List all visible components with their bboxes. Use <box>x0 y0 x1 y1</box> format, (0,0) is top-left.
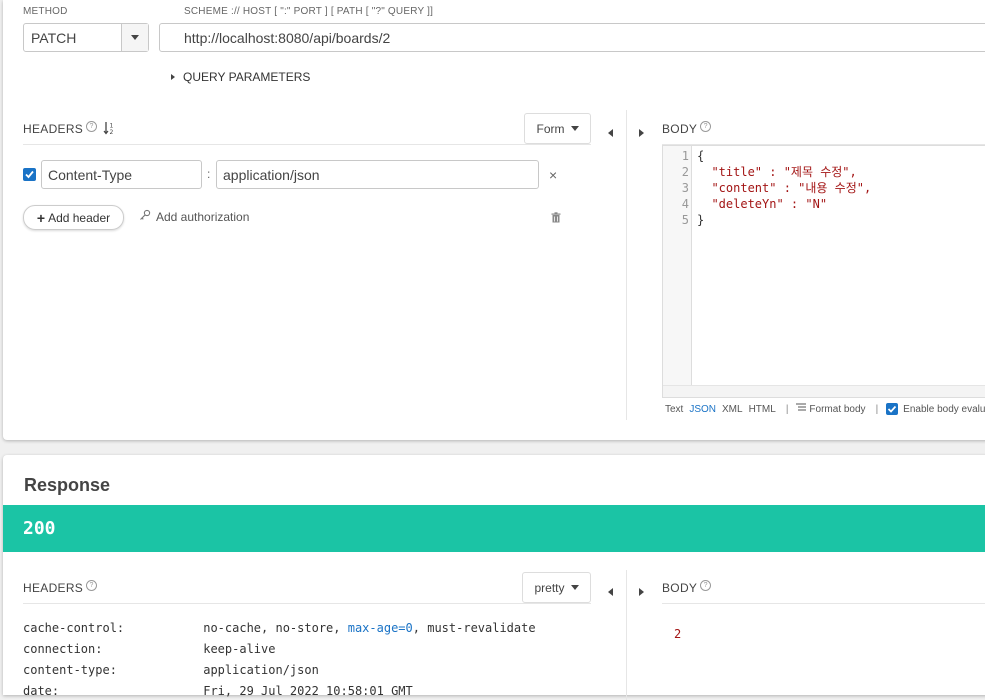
response-header-row: content-type: application/json <box>23 663 319 677</box>
response-headers-label: HEADERS <box>23 581 84 595</box>
enable-eval-checkbox[interactable] <box>886 403 899 415</box>
colon-separator: : <box>207 167 211 181</box>
chevron-down-icon <box>570 585 579 590</box>
response-header-row: date: Fri, 29 Jul 2022 10:58:01 GMT <box>23 684 413 698</box>
code-line: "deleteYn" : "N" <box>697 197 828 211</box>
chevron-down-icon[interactable] <box>121 24 148 51</box>
body-editor[interactable]: 1 2 3 4 5 { "title" : "제목 수정", "content"… <box>662 145 985 398</box>
response-body-title: BODY? <box>662 580 712 595</box>
headers-label: HEADERS <box>23 122 84 136</box>
header-name-input[interactable]: Content-Type <box>41 160 202 189</box>
separator: | <box>785 403 789 415</box>
header-key: cache-control: <box>23 621 125 635</box>
header-value-value: application/json <box>223 166 320 183</box>
headers-title: HEADERS? 12 <box>23 121 117 138</box>
header-key: date: <box>23 684 60 698</box>
add-authorization-label: Add authorization <box>156 209 250 224</box>
url-label: SCHEME :// HOST [ ":" PORT ] [ PATH [ "?… <box>184 6 434 17</box>
body-format-bar: Text JSON XML HTML | Format body | Enabl… <box>665 403 985 415</box>
response-body-value: 2 <box>674 627 682 641</box>
body-title: BODY? <box>662 121 712 136</box>
line-number: 3 <box>681 181 689 195</box>
header-enable-checkbox[interactable] <box>23 168 36 181</box>
response-body-label: BODY <box>662 581 698 595</box>
line-number: 5 <box>681 213 689 227</box>
code-line: } <box>697 213 705 227</box>
header-value: no-cache, no-store, max-age=0, must-reva… <box>203 621 536 635</box>
response-header-row: connection: keep-alive <box>23 642 275 656</box>
status-code: 200 <box>23 518 56 539</box>
line-number: 4 <box>681 197 689 211</box>
collapse-right-icon[interactable] <box>639 124 644 142</box>
header-value: application/json <box>203 663 319 677</box>
panel-divider <box>626 110 627 420</box>
url-input[interactable]: http://localhost:8080/api/boards/2 <box>159 23 985 52</box>
header-key: connection: <box>23 642 103 656</box>
help-icon[interactable]: ? <box>86 121 98 132</box>
method-value: PATCH <box>31 29 77 46</box>
line-numbers: 1 2 3 4 5 <box>663 146 692 387</box>
chevron-right-icon <box>171 74 175 80</box>
status-bar: 200 <box>3 505 985 552</box>
response-title: Response <box>24 475 111 495</box>
header-name-value: Content-Type <box>48 166 133 183</box>
enable-eval-label: Enable body evaluation <box>903 403 985 415</box>
code-line: "content" : "내용 수정", <box>697 181 872 195</box>
header-key: content-type: <box>23 663 117 677</box>
svg-text:2: 2 <box>109 129 113 135</box>
panel-divider <box>626 570 627 700</box>
code-line: "title" : "제목 수정", <box>697 165 857 179</box>
help-icon[interactable]: ? <box>700 121 712 132</box>
help-icon[interactable]: ? <box>86 580 98 591</box>
header-value-input[interactable]: application/json <box>216 160 539 189</box>
header-value: keep-alive <box>203 642 276 656</box>
response-headers-mode-label: pretty <box>534 580 565 595</box>
divider <box>662 603 985 604</box>
url-value: http://localhost:8080/api/boards/2 <box>184 29 391 46</box>
query-parameters-toggle[interactable]: QUERY PARAMETERS <box>171 70 310 84</box>
code-line: { <box>697 149 705 163</box>
help-icon[interactable]: ? <box>700 580 712 591</box>
response-headers-title: HEADERS? <box>23 580 98 595</box>
format-html-tab[interactable]: HTML <box>749 404 776 415</box>
collapse-left-icon[interactable] <box>608 124 613 142</box>
format-json-tab[interactable]: JSON <box>689 404 716 415</box>
divider <box>23 144 591 145</box>
header-value: Fri, 29 Jul 2022 10:58:01 GMT <box>203 684 413 698</box>
trash-icon[interactable] <box>551 210 561 228</box>
plus-icon: + <box>36 209 46 226</box>
divider <box>23 603 591 604</box>
editor-scrollbar[interactable] <box>663 385 985 397</box>
response-headers-mode-dropdown[interactable]: pretty <box>522 572 591 603</box>
headers-mode-dropdown[interactable]: Form <box>524 113 591 144</box>
response-header-row: cache-control: no-cache, no-store, max-a… <box>23 621 536 635</box>
close-icon[interactable]: × <box>549 167 557 183</box>
body-label: BODY <box>662 122 698 136</box>
method-label: METHOD <box>23 6 68 17</box>
headers-mode-label: Form <box>536 121 565 136</box>
sort-icon[interactable]: 12 <box>103 121 117 138</box>
add-header-button[interactable]: + Add header <box>23 205 124 230</box>
add-authorization-button[interactable]: Add authorization <box>139 209 249 224</box>
line-number: 1 <box>681 149 689 163</box>
request-panel: METHOD PATCH SCHEME :// HOST [ ":" PORT … <box>3 0 985 440</box>
line-number: 2 <box>681 165 689 179</box>
format-xml-tab[interactable]: XML <box>722 404 743 415</box>
add-header-label: Add header <box>48 210 111 225</box>
chevron-down-icon <box>570 126 579 131</box>
format-body-icon <box>796 403 807 415</box>
collapse-left-icon[interactable] <box>608 583 613 601</box>
code-content[interactable]: { "title" : "제목 수정", "content" : "내용 수정"… <box>697 148 871 228</box>
collapse-right-icon[interactable] <box>639 583 644 601</box>
format-text-tab[interactable]: Text <box>665 404 683 415</box>
response-panel: Response 200 HEADERS? pretty BODY? 2 cac… <box>3 455 985 700</box>
method-select[interactable]: PATCH <box>23 23 149 52</box>
separator: | <box>875 403 879 415</box>
query-parameters-label: QUERY PARAMETERS <box>183 70 311 84</box>
format-body-button[interactable]: Format body <box>809 404 865 415</box>
key-icon <box>139 209 151 224</box>
